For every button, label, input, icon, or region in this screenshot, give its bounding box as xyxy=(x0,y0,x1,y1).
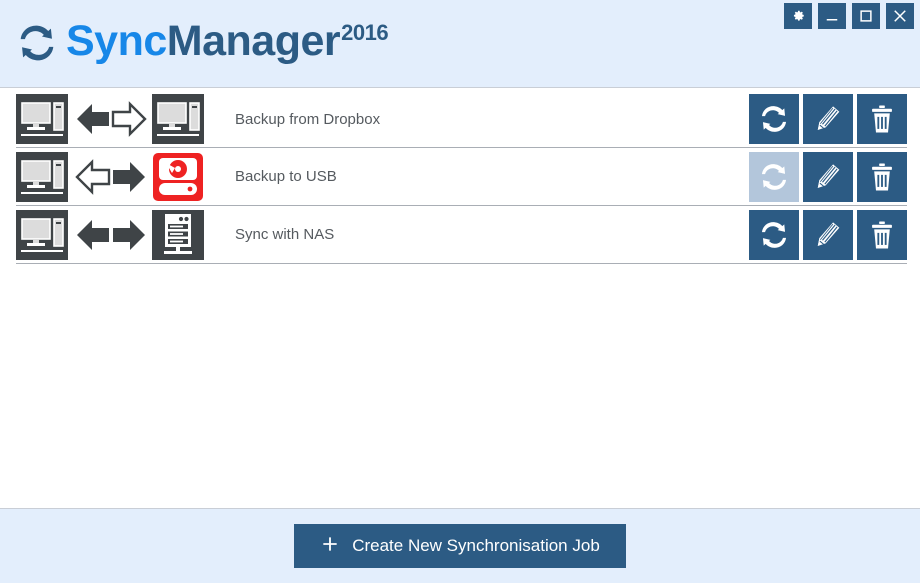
app-title-primary: Sync xyxy=(66,17,167,65)
app-window: SyncManager2016 Backup from Dropbox Back… xyxy=(0,0,920,583)
job-row[interactable]: Backup to USB xyxy=(16,148,907,206)
app-footer: Create New Synchronisation Job xyxy=(0,508,920,583)
brand: SyncManager2016 xyxy=(14,14,389,66)
sync-arrows-icon xyxy=(14,20,60,66)
trash-icon xyxy=(865,160,899,194)
sync-button[interactable] xyxy=(749,209,799,260)
delete-button[interactable] xyxy=(857,151,907,202)
job-label: Backup from Dropbox xyxy=(235,110,381,128)
maximize-icon xyxy=(857,7,875,25)
trash-icon xyxy=(865,218,899,252)
arrow-both-filled-icon xyxy=(75,214,147,256)
create-new-sync-job-label: Create New Synchronisation Job xyxy=(352,536,600,555)
job-row[interactable]: Sync with NAS xyxy=(16,206,907,264)
job-row[interactable]: Backup from Dropbox xyxy=(16,90,907,148)
close-icon xyxy=(891,7,909,25)
job-label: Sync with NAS xyxy=(235,226,335,243)
app-title-year: 2016 xyxy=(341,19,389,45)
plus-icon xyxy=(320,534,340,559)
trash-icon xyxy=(865,102,899,136)
external-drive-icon xyxy=(152,152,206,202)
minimize-button[interactable] xyxy=(818,3,846,29)
job-list: Backup from Dropbox Backup to USB Sync wit… xyxy=(0,88,920,508)
sync-arrows-icon xyxy=(757,102,791,136)
minimize-icon xyxy=(823,7,841,25)
titlebar-buttons xyxy=(784,3,914,29)
app-header: SyncManager2016 xyxy=(0,0,920,88)
delete-button[interactable] xyxy=(857,94,907,144)
computer-icon xyxy=(152,94,206,144)
computer-icon xyxy=(16,209,70,260)
job-actions xyxy=(749,94,907,144)
app-title-secondary: Manager xyxy=(166,17,341,65)
computer-icon xyxy=(16,94,70,144)
settings-button[interactable] xyxy=(784,3,812,29)
nas-icon xyxy=(152,209,206,260)
create-new-sync-job-button[interactable]: Create New Synchronisation Job xyxy=(294,524,626,568)
job-actions xyxy=(749,209,907,260)
sync-button xyxy=(749,151,799,202)
job-actions xyxy=(749,151,907,202)
edit-button[interactable] xyxy=(803,151,853,202)
arrow-left-filled-right-outline-icon xyxy=(75,98,147,140)
pencil-icon xyxy=(811,218,845,252)
sync-button[interactable] xyxy=(749,94,799,144)
sync-arrows-icon xyxy=(757,160,791,194)
gear-icon xyxy=(790,8,806,24)
close-button[interactable] xyxy=(886,3,914,29)
app-title: SyncManager2016 xyxy=(66,17,389,65)
job-label: Backup to USB xyxy=(235,168,337,185)
arrow-left-outline-right-filled-icon xyxy=(75,156,147,198)
edit-button[interactable] xyxy=(803,94,853,144)
edit-button[interactable] xyxy=(803,209,853,260)
pencil-icon xyxy=(811,160,845,194)
pencil-icon xyxy=(811,102,845,136)
delete-button[interactable] xyxy=(857,209,907,260)
computer-icon xyxy=(16,151,70,202)
maximize-button[interactable] xyxy=(852,3,880,29)
sync-arrows-icon xyxy=(757,218,791,252)
